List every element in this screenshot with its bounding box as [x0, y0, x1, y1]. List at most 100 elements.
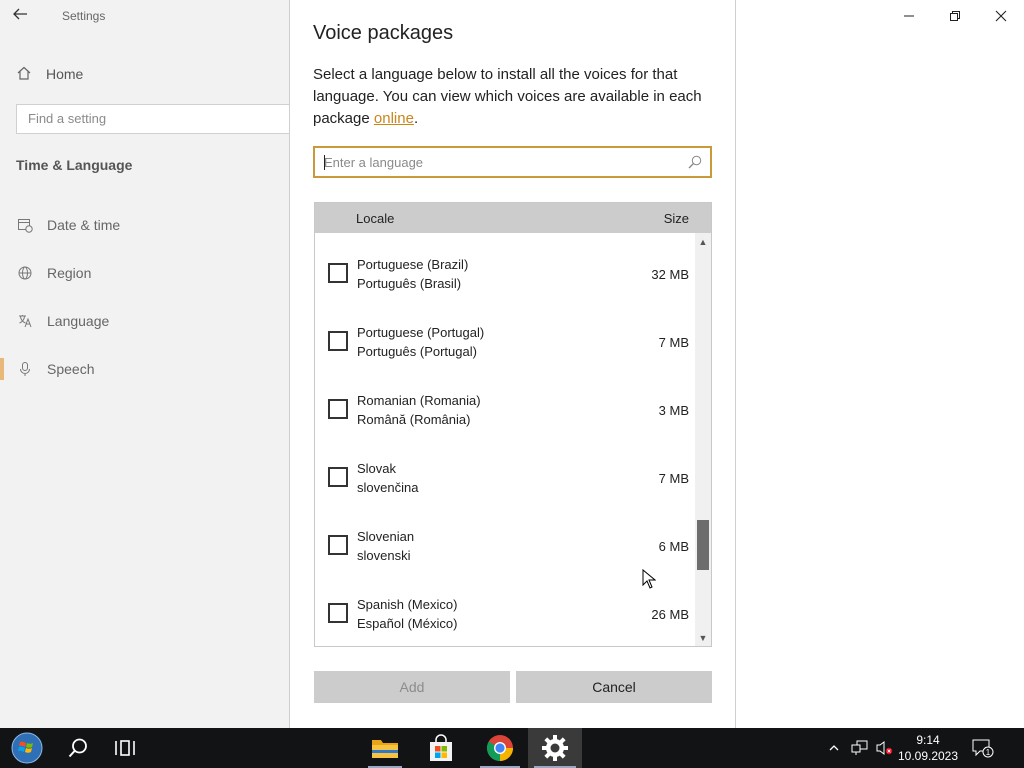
sidebar-item-region[interactable]: Region [0, 260, 290, 286]
language-search-box[interactable] [313, 146, 712, 178]
dialog-description: Select a language below to install all t… [313, 64, 713, 130]
voice-packages-dialog: Voice packages Select a language below t… [289, 0, 736, 728]
row-size: 7 MB [658, 335, 689, 350]
restore-icon [950, 11, 960, 21]
settings-gear-icon [542, 735, 568, 761]
taskbar-file-explorer[interactable] [362, 728, 408, 768]
task-view-button[interactable] [104, 728, 148, 768]
row-locale-name: Romanian (Romania) [357, 393, 481, 408]
scrollbar-thumb[interactable] [697, 519, 709, 570]
scroll-up-arrow-icon[interactable]: ▲ [695, 235, 711, 249]
search-icon [68, 738, 87, 758]
sidebar-item-label: Date & time [47, 217, 121, 233]
notification-icon: 1 [972, 739, 994, 758]
home-nav-item[interactable]: Home [16, 64, 83, 84]
cancel-button[interactable]: Cancel [516, 671, 712, 703]
language-search-input[interactable] [315, 148, 675, 176]
list-rows: Portuguese (Brazil) Português (Brasil) 3… [315, 233, 695, 646]
row-size: 6 MB [658, 539, 689, 554]
taskbar-chrome[interactable] [474, 728, 526, 768]
list-item[interactable]: Romanian (Romania) Română (România) 3 MB [315, 378, 695, 446]
list-item[interactable]: Portuguese (Brazil) Português (Brasil) 3… [315, 242, 695, 310]
description-text: Select a language below to install all t… [313, 66, 702, 127]
clock-time: 9:14 [916, 733, 940, 747]
sidebar-item-label: Region [47, 265, 92, 281]
row-locale-name: Slovenian [357, 529, 415, 544]
file-explorer-icon [372, 740, 398, 758]
taskbar-microsoft-store[interactable] [418, 728, 464, 768]
action-center-button[interactable]: 1 [968, 728, 998, 768]
row-size: 32 MB [651, 267, 689, 282]
row-native-name: slovenski [357, 548, 411, 563]
sidebar-item-label: Language [47, 313, 110, 329]
row-locale-name: Slovak [357, 461, 397, 476]
section-title: Time & Language [16, 157, 133, 173]
row-size: 7 MB [658, 471, 689, 486]
notification-count: 1 [986, 748, 991, 757]
show-hidden-icons-chevron-icon[interactable] [826, 744, 842, 752]
settings-sidebar: Settings Home Find a setting Time & Lang… [0, 0, 296, 728]
row-native-name: slovenčina [357, 480, 419, 495]
globe-icon [17, 265, 33, 281]
taskbar-settings[interactable] [528, 728, 582, 768]
volume-muted-icon[interactable] [874, 740, 894, 756]
restore-button[interactable] [932, 4, 978, 28]
row-native-name: Português (Portugal) [357, 344, 477, 359]
back-arrow-icon[interactable] [12, 6, 36, 26]
row-size: 3 MB [658, 403, 689, 418]
list-item[interactable]: Slovak slovenčina 7 MB [315, 446, 695, 514]
language-icon [17, 313, 33, 329]
sidebar-item-date-time[interactable]: Date & time [0, 212, 290, 238]
list-item[interactable]: Spanish (Mexico) Español (México) 26 MB [315, 582, 695, 646]
online-link[interactable]: online [374, 110, 414, 127]
column-header-size[interactable]: Size [664, 211, 689, 226]
column-header-locale[interactable]: Locale [356, 211, 394, 226]
close-button[interactable] [978, 4, 1024, 28]
find-setting-placeholder: Find a setting [28, 111, 107, 126]
row-checkbox[interactable] [328, 535, 348, 555]
row-checkbox[interactable] [328, 467, 348, 487]
sidebar-item-language[interactable]: Language [0, 308, 290, 334]
chrome-icon [486, 735, 514, 762]
row-checkbox[interactable] [328, 331, 348, 351]
taskbar: 9:14 10.09.2023 1 [0, 728, 1024, 768]
start-button[interactable] [4, 728, 50, 768]
taskbar-clock[interactable]: 9:14 10.09.2023 [896, 732, 960, 764]
row-native-name: Español (México) [357, 616, 458, 631]
row-locale-name: Portuguese (Portugal) [357, 325, 485, 340]
row-checkbox[interactable] [328, 603, 348, 623]
microsoft-store-icon [430, 734, 452, 761]
task-view-icon [115, 740, 135, 756]
calendar-clock-icon [17, 217, 33, 233]
description-end: . [413, 110, 419, 127]
find-setting-input[interactable]: Find a setting [16, 104, 296, 134]
add-button[interactable]: Add [314, 671, 510, 703]
home-label: Home [46, 66, 84, 82]
search-icon[interactable] [687, 154, 703, 170]
system-tray [826, 728, 894, 768]
scroll-down-arrow-icon[interactable]: ▼ [695, 631, 711, 645]
row-checkbox[interactable] [328, 263, 348, 283]
home-icon [16, 65, 32, 84]
mouse-pointer-icon [642, 568, 657, 594]
minimize-icon [904, 15, 914, 17]
row-locale-name: Portuguese (Brazil) [357, 257, 469, 272]
clock-date: 10.09.2023 [897, 749, 959, 763]
network-icon[interactable] [848, 740, 872, 756]
text-caret [324, 155, 325, 170]
list-item[interactable]: Slovenian slovenski 6 MB [315, 514, 695, 582]
row-locale-name: Spanish (Mexico) [357, 597, 458, 612]
app-title: Settings [62, 9, 106, 23]
sidebar-item-label: Speech [47, 361, 95, 377]
row-native-name: Português (Brasil) [357, 276, 462, 291]
dialog-title: Voice packages [313, 22, 454, 44]
close-icon [995, 10, 1007, 22]
row-checkbox[interactable] [328, 399, 348, 419]
microphone-icon [17, 361, 33, 377]
list-item[interactable]: Portuguese (Portugal) Português (Portuga… [315, 310, 695, 378]
minimize-button[interactable] [886, 4, 932, 28]
taskbar-search-button[interactable] [56, 728, 100, 768]
start-icon [11, 732, 43, 764]
sidebar-item-speech[interactable]: Speech [0, 356, 290, 382]
list-scrollbar[interactable]: ▲ ▼ [695, 233, 711, 646]
